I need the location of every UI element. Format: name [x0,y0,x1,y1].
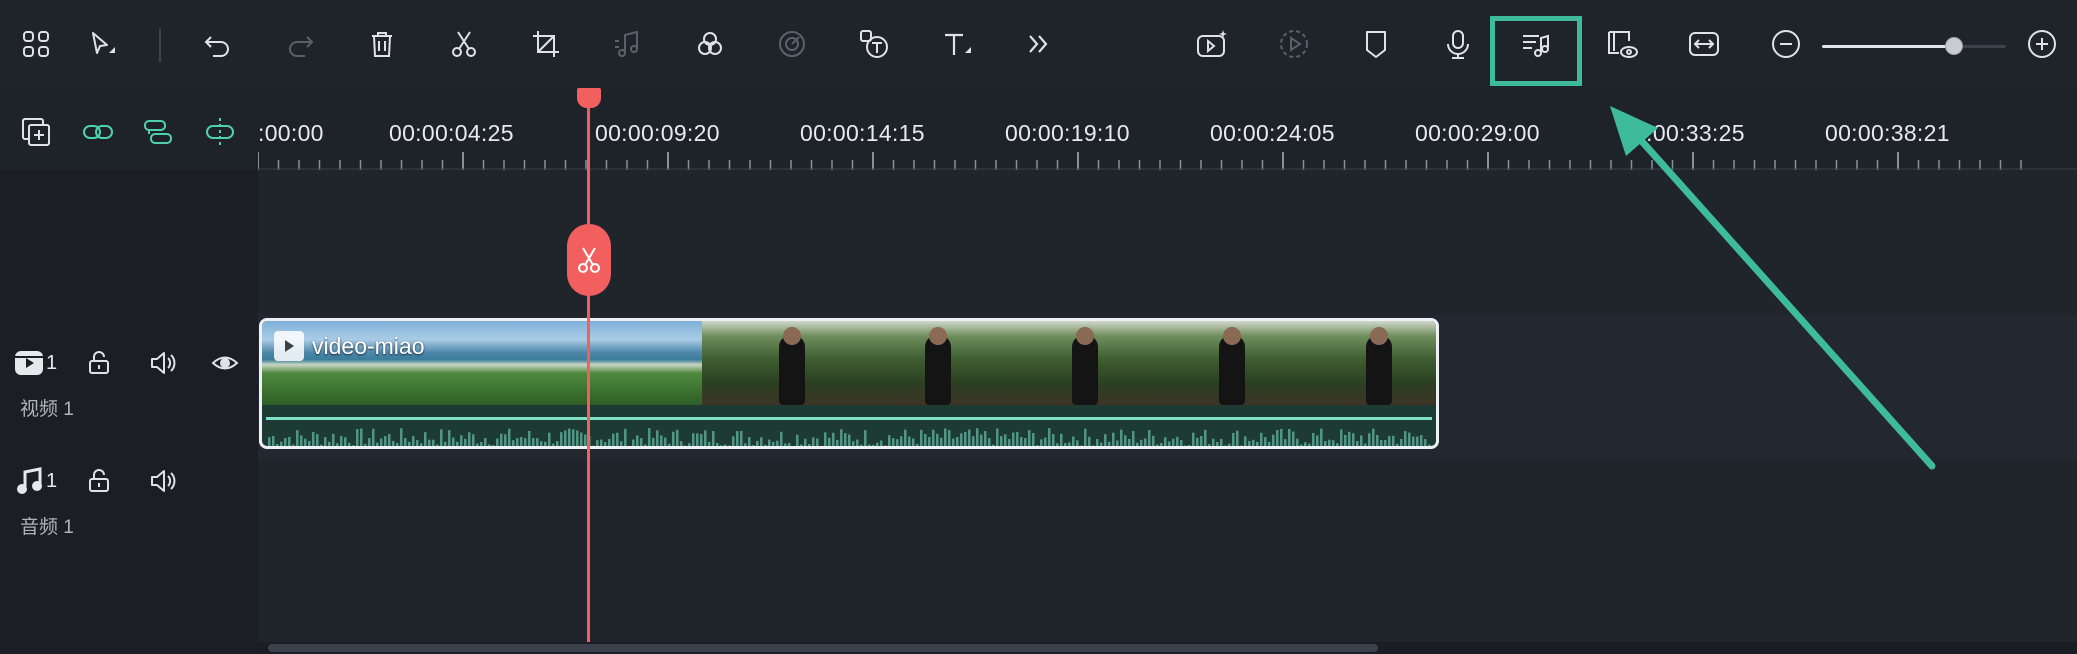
ai-clip-icon[interactable] [1190,22,1234,66]
highlight-box [1490,16,1582,86]
audio-track-number: 1 [46,470,58,492]
fit-timeline-icon[interactable] [1682,22,1726,66]
split-scissors-button[interactable] [567,224,611,296]
zoom-slider[interactable] [1822,37,2006,55]
clip-title: video-miao [312,332,425,359]
color-icon[interactable] [688,22,732,66]
video-track-name: 视频 1 [20,399,74,420]
lock-icon[interactable] [84,348,114,378]
ruler-label: 00:00:19:10 [1005,120,1130,146]
speaker-icon[interactable] [148,348,178,378]
play-icon [274,331,304,361]
group-clips-icon[interactable] [136,110,180,154]
text-icon[interactable] [934,22,978,66]
select-pointer-icon[interactable] [80,22,124,66]
more-icon[interactable] [1016,22,1060,66]
zoom-slider-fill [1822,45,1955,48]
ruler-label: 00:00:33:25 [1620,120,1745,146]
audio-detach-icon [606,22,650,66]
lock-icon[interactable] [84,466,114,496]
speaker-icon[interactable] [148,466,178,496]
add-track-icon[interactable] [14,110,58,154]
clip-header: video-miao [274,331,425,361]
link-icon[interactable] [76,110,120,154]
zoom-slider-handle[interactable] [1945,37,1964,55]
zoom-out-icon[interactable] [1764,22,1808,66]
render-eye-icon[interactable] [1600,22,1644,66]
text-to-speech-icon[interactable] [852,22,896,66]
video-clip[interactable]: video-miao [259,318,1439,449]
redo-icon [278,22,322,66]
time-ruler[interactable]: :00:00 00:00:04:25 00:00:09:20 00:00:14:… [258,88,2077,170]
ruler-label: 00:00:38:21 [1825,120,1950,146]
thumbnail-frame [702,321,849,405]
zoom-in-icon[interactable] [2020,22,2064,66]
ruler-label: 00:00:04:25 [389,120,514,146]
apps-grid-icon[interactable] [14,22,58,66]
undo-icon[interactable] [196,22,240,66]
delete-icon[interactable] [360,22,404,66]
audio-track-icon [12,466,46,496]
thumbnail-frame [1289,321,1436,405]
timeline-toolbar [0,0,2077,89]
ruler-label: 00:00:09:20 [595,120,720,146]
ruler-ticks [258,152,2077,170]
playhead-handle[interactable] [577,88,601,108]
ruler-label: 00:00:24:05 [1210,120,1335,146]
crop-icon[interactable] [524,22,568,66]
thumbnail-frame [849,321,996,405]
speed-icon [770,22,814,66]
snap-icon[interactable] [198,110,242,154]
horizontal-scrollbar[interactable] [258,642,2077,654]
ruler-label: 00:00:29:00 [1415,120,1540,146]
marker-icon[interactable] [1354,22,1398,66]
clip-thumbnails [262,321,1436,405]
toolbar-separator [159,28,161,62]
playhead-line[interactable] [587,96,590,654]
thumbnail-frame [1142,321,1290,405]
video-track-icon [12,348,46,378]
render-preview-icon [1272,22,1316,66]
cut-icon[interactable] [442,22,486,66]
audio-track-row[interactable] [258,459,2077,577]
voiceover-mic-icon[interactable] [1436,22,1480,66]
eye-icon[interactable] [210,348,240,378]
thumbnail-frame [995,321,1143,405]
audio-track-name: 音频 1 [20,517,74,538]
video-track-number: 1 [46,352,58,374]
thumbnail-frame [408,321,556,405]
ruler-label: 00:00:14:15 [800,120,925,146]
thumbnail-frame [555,321,703,405]
scrollbar-thumb[interactable] [268,644,1378,652]
clip-volume-line[interactable] [266,417,1432,420]
audio-waveform [268,428,1431,446]
ruler-label: :00:00 [258,120,324,146]
